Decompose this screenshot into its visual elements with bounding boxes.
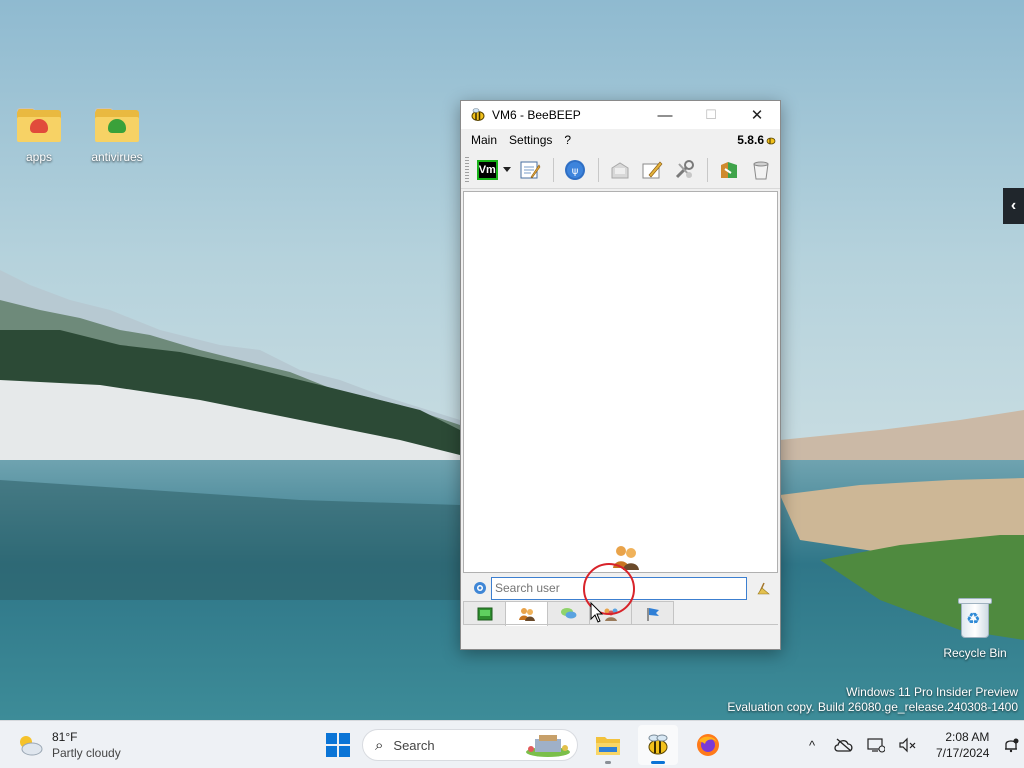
desktop-icon-label: antivirues [91, 150, 143, 164]
desktop-icon-label: Recycle Bin [943, 646, 1007, 660]
watermark-line-1: Windows 11 Pro Insider Preview [846, 685, 1018, 699]
search-icon: ⌕ [375, 736, 384, 754]
search-highlight-icon [526, 735, 570, 757]
folder-icon [95, 108, 139, 142]
system-tray: ^ 2:08 AM 7/17/2024 [800, 721, 1024, 768]
toolbar-separator [553, 157, 555, 182]
chats-tab[interactable] [547, 601, 590, 625]
taskbar-clock[interactable]: 2:08 AM 7/17/2024 [936, 729, 989, 761]
menu-main[interactable]: Main [471, 133, 497, 147]
partly-cloudy-icon [20, 736, 43, 756]
close-button[interactable]: ✕ [734, 101, 780, 129]
home-icon [477, 607, 492, 620]
taskbar-center: ⌕ Search [318, 725, 728, 765]
menu-bar: Main Settings ? 5.8.6 [461, 129, 780, 151]
chat-icon [560, 607, 576, 618]
window-title: VM6 - BeeBEEP [492, 108, 581, 122]
chevron-left-icon: ‹ [1010, 197, 1017, 214]
bee-icon [766, 137, 776, 145]
side-panel-handle[interactable]: ‹ [1003, 188, 1024, 224]
shares-tab[interactable] [631, 601, 674, 625]
title-bar[interactable]: VM6 - BeeBEEP — ☐ ✕ [461, 101, 780, 129]
send-file-icon[interactable] [607, 156, 633, 184]
folder-icon [17, 108, 61, 142]
chevron-down-icon[interactable] [503, 167, 512, 172]
notification-bell-icon[interactable] [999, 733, 1023, 757]
version-number: 5.8.6 [737, 133, 764, 147]
beebeep-icon [648, 734, 668, 755]
firefox-icon [697, 734, 719, 756]
file-explorer-icon [596, 737, 620, 755]
desktop-icon-recycle-bin[interactable]: ♻ Recycle Bin [938, 596, 1012, 660]
volume-muted-icon[interactable] [896, 733, 920, 757]
mouse-cursor-icon [590, 602, 604, 623]
write-message-icon[interactable] [639, 156, 665, 184]
tray-overflow-button[interactable]: ^ [800, 733, 824, 757]
windows-watermark: Windows 11 Pro Insider Preview Evaluatio… [727, 685, 1018, 715]
search-options-icon[interactable] [469, 580, 491, 596]
taskbar: 81°F Partly cloudy ⌕ Search ^ 2:08 AM 7/… [0, 720, 1024, 768]
chevron-up-icon: ^ [808, 737, 816, 753]
menu-settings[interactable]: Settings [509, 133, 552, 147]
profile-button[interactable]: Vm [476, 159, 498, 180]
watermark-line-2: Evaluation copy. Build 26080.ge_release.… [727, 700, 1018, 714]
toolbar-separator [598, 157, 600, 182]
clear-icon[interactable] [748, 156, 774, 184]
version-label: 5.8.6 [737, 133, 776, 147]
windows-logo-icon [326, 733, 337, 744]
recycle-bin-icon: ♻ [958, 596, 992, 638]
users-icon [518, 608, 535, 621]
main-toolbar: Vm ψ [461, 151, 780, 189]
network-icon[interactable]: ψ [562, 156, 588, 184]
taskbar-firefox[interactable] [688, 725, 728, 765]
view-tabs [463, 601, 674, 626]
bee-icon [470, 108, 486, 122]
flag-icon [646, 607, 659, 621]
weather-condition: Partly cloudy [52, 746, 121, 760]
network-status-icon[interactable] [864, 733, 888, 757]
desktop-icon-label: apps [25, 150, 53, 164]
taskbar-beebeep[interactable] [638, 725, 678, 765]
taskbar-search-label: Search [393, 737, 435, 753]
start-button[interactable] [318, 725, 358, 765]
weather-temperature: 81°F [52, 730, 78, 744]
clear-search-icon[interactable] [753, 580, 775, 596]
toolbar-grip[interactable] [465, 156, 469, 183]
svg-text:ψ: ψ [572, 166, 579, 177]
home-tab[interactable] [463, 601, 506, 625]
user-list-panel[interactable] [463, 191, 778, 573]
plugins-icon[interactable] [716, 156, 742, 184]
edit-profile-icon[interactable] [517, 156, 543, 184]
desktop-icon-antivirues[interactable]: antivirues [82, 108, 152, 164]
toolbar-separator [707, 157, 708, 182]
tools-icon[interactable] [671, 156, 697, 184]
menu-help[interactable]: ? [564, 133, 571, 147]
weather-widget[interactable]: 81°F Partly cloudy [16, 729, 121, 761]
minimize-button[interactable]: — [642, 101, 688, 129]
clock-time: 2:08 AM [945, 730, 990, 744]
taskbar-search[interactable]: ⌕ Search [362, 729, 578, 761]
maximize-button[interactable]: ☐ [688, 101, 734, 129]
desktop-icon-apps[interactable]: apps [4, 108, 74, 164]
users-tab[interactable] [505, 601, 548, 626]
clock-date: 7/17/2024 [936, 746, 990, 760]
onedrive-icon[interactable] [832, 733, 856, 757]
taskbar-file-explorer[interactable] [588, 725, 628, 765]
tabs-divider [463, 624, 778, 625]
